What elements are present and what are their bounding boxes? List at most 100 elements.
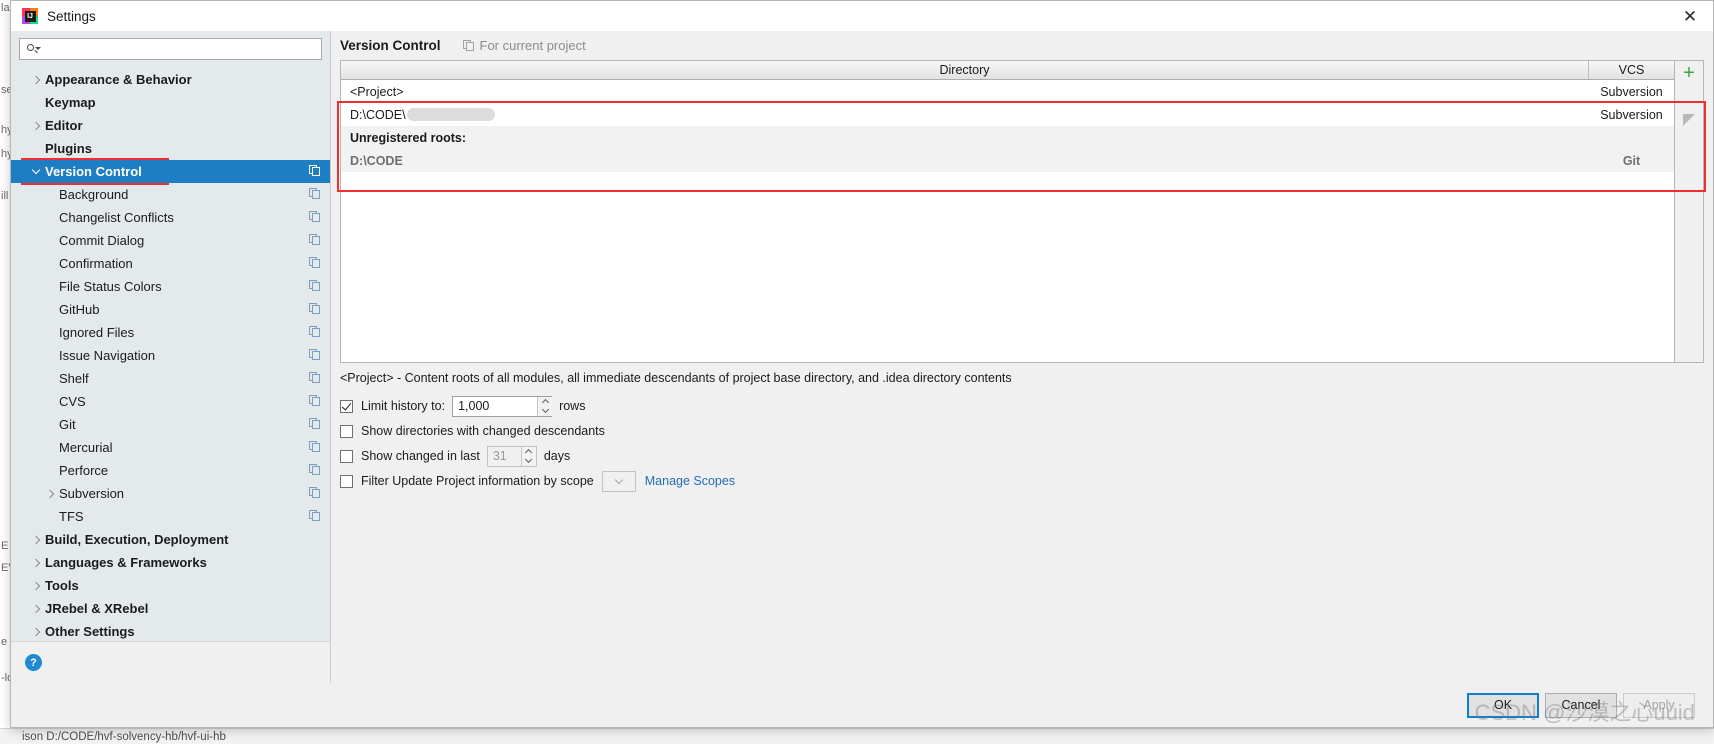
- sidebar-item-github[interactable]: GitHub: [11, 298, 330, 321]
- apply-button[interactable]: Apply: [1623, 692, 1695, 718]
- edit-mapping-button[interactable]: [1682, 114, 1696, 127]
- sidebar-item-languages-frameworks[interactable]: Languages & Frameworks: [11, 551, 330, 574]
- table-row[interactable]: D:\CODE\ Subversion: [341, 103, 1674, 126]
- copy-settings-icon[interactable]: [309, 188, 321, 200]
- show-changed-stepper-buttons[interactable]: [520, 446, 536, 466]
- ide-background-text: ill: [1, 190, 9, 202]
- sidebar-item-changelist-conflicts[interactable]: Changelist Conflicts: [11, 206, 330, 229]
- sidebar-item-editor[interactable]: Editor: [11, 114, 330, 137]
- copy-settings-icon[interactable]: [309, 326, 321, 338]
- expand-toggle[interactable]: [43, 489, 59, 498]
- copy-settings-icon[interactable]: [309, 234, 321, 246]
- sidebar-item-appearance-behavior[interactable]: Appearance & Behavior: [11, 68, 330, 91]
- copy-settings-icon[interactable]: [309, 418, 321, 430]
- sidebar-item-keymap[interactable]: Keymap: [11, 91, 330, 114]
- vcs-mappings-table[interactable]: Directory VCS <Project> Subversion D:\CODE…: [340, 60, 1675, 363]
- ide-background-text: e: [1, 636, 8, 648]
- table-row[interactable]: <Project> Subversion: [341, 80, 1674, 103]
- table-cell-directory: <Project>: [341, 85, 1589, 99]
- column-header-directory[interactable]: Directory: [341, 61, 1589, 79]
- table-cell-directory: D:\CODE: [341, 154, 1589, 168]
- table-row[interactable]: Unregistered roots:: [341, 126, 1674, 149]
- sidebar-item-plugins[interactable]: Plugins: [11, 137, 330, 160]
- search-box[interactable]: [19, 38, 322, 60]
- option-limit-history: Limit history to: rows: [340, 394, 1713, 419]
- copy-settings-icon[interactable]: [309, 211, 321, 223]
- show-directories-checkbox[interactable]: [340, 424, 353, 438]
- chevron-right-icon: [31, 604, 41, 613]
- sidebar-item-commit-dialog[interactable]: Commit Dialog: [11, 229, 330, 252]
- sidebar-item-build-execution-deployment[interactable]: Build, Execution, Deployment: [11, 528, 330, 551]
- table-body[interactable]: <Project> Subversion D:\CODE\ Subversion Unr…: [341, 80, 1674, 362]
- show-directories-label: Show directories with changed descendant…: [361, 424, 605, 438]
- expand-toggle[interactable]: [29, 75, 45, 84]
- limit-history-checkbox[interactable]: [340, 399, 353, 413]
- sidebar-item-mercurial[interactable]: Mercurial: [11, 436, 330, 459]
- sidebar-item-tools[interactable]: Tools: [11, 574, 330, 597]
- sidebar-item-git[interactable]: Git: [11, 413, 330, 436]
- table-cell-directory: Unregistered roots:: [341, 131, 1589, 145]
- sidebar-item-issue-navigation[interactable]: Issue Navigation: [11, 344, 330, 367]
- add-mapping-button[interactable]: +: [1679, 63, 1700, 83]
- sidebar-item-jrebel-xrebel[interactable]: JRebel & XRebel: [11, 597, 330, 620]
- sidebar-item-ignored-files[interactable]: Ignored Files: [11, 321, 330, 344]
- ide-status-bar: [0, 728, 1714, 744]
- expand-toggle[interactable]: [29, 604, 45, 613]
- show-changed-label: Show changed in last: [361, 449, 480, 463]
- sidebar-item-shelf[interactable]: Shelf: [11, 367, 330, 390]
- sidebar-item-subversion[interactable]: Subversion: [11, 482, 330, 505]
- copy-settings-icon[interactable]: [309, 395, 321, 407]
- copy-settings-icon[interactable]: [309, 441, 321, 453]
- sidebar-item-file-status-colors[interactable]: File Status Colors: [11, 275, 330, 298]
- sidebar-item-background[interactable]: Background: [11, 183, 330, 206]
- sidebar-item-label: JRebel & XRebel: [45, 601, 149, 616]
- expand-toggle[interactable]: [29, 535, 45, 544]
- page-title: Version Control: [340, 38, 441, 53]
- copy-settings-icon[interactable]: [309, 487, 321, 499]
- column-header-vcs[interactable]: VCS: [1589, 61, 1674, 79]
- settings-tree[interactable]: Appearance & Behavior Keymap Editor Plugins…: [11, 66, 330, 641]
- copy-settings-icon[interactable]: [309, 510, 321, 522]
- filter-scope-checkbox[interactable]: [340, 474, 353, 488]
- limit-history-input[interactable]: [453, 396, 538, 416]
- scope-select[interactable]: [601, 470, 636, 492]
- expand-toggle[interactable]: [29, 165, 45, 175]
- cancel-button[interactable]: Cancel: [1545, 692, 1617, 718]
- copy-settings-icon[interactable]: [309, 280, 321, 292]
- sidebar-item-cvs[interactable]: CVS: [11, 390, 330, 413]
- sidebar-item-tfs[interactable]: TFS: [11, 505, 330, 528]
- help-icon[interactable]: ?: [25, 654, 42, 671]
- limit-history-stepper[interactable]: [452, 395, 553, 417]
- sidebar-item-confirmation[interactable]: Confirmation: [11, 252, 330, 275]
- limit-history-decrement[interactable]: [538, 406, 552, 416]
- show-changed-stepper[interactable]: [486, 445, 537, 467]
- copy-settings-icon[interactable]: [309, 349, 321, 361]
- sidebar-item-label: Version Control: [45, 164, 142, 179]
- table-row[interactable]: D:\CODE Git: [341, 149, 1674, 172]
- main-header: Version Control For current project: [331, 31, 1713, 60]
- show-changed-increment[interactable]: [522, 447, 536, 457]
- ide-background-text: la: [1, 2, 10, 14]
- expand-toggle[interactable]: [29, 558, 45, 567]
- show-changed-input[interactable]: [487, 446, 521, 466]
- expand-toggle[interactable]: [29, 627, 45, 636]
- ok-button[interactable]: OK: [1467, 692, 1539, 718]
- expand-toggle[interactable]: [29, 581, 45, 590]
- copy-settings-icon[interactable]: [309, 257, 321, 269]
- expand-toggle[interactable]: [29, 121, 45, 130]
- ide-status-text: ison D:/CODE/hvf-solvency-hb/hvf-ui-hb: [22, 731, 226, 743]
- close-icon[interactable]: ✕: [1667, 1, 1713, 31]
- options-area: <Project> - Content roots of all modules…: [331, 363, 1713, 494]
- show-changed-checkbox[interactable]: [340, 449, 353, 463]
- show-changed-decrement[interactable]: [522, 456, 536, 466]
- sidebar-item-perforce[interactable]: Perforce: [11, 459, 330, 482]
- search-input[interactable]: [41, 41, 321, 57]
- copy-settings-icon[interactable]: [309, 464, 321, 476]
- sidebar-item-other-settings[interactable]: Other Settings: [11, 620, 330, 641]
- sidebar-item-version-control[interactable]: Version Control: [11, 160, 330, 183]
- limit-history-stepper-buttons[interactable]: [537, 396, 553, 416]
- manage-scopes-link[interactable]: Manage Scopes: [645, 474, 735, 488]
- copy-settings-icon[interactable]: [309, 372, 321, 384]
- copy-settings-icon[interactable]: [309, 165, 321, 177]
- copy-settings-icon[interactable]: [309, 303, 321, 315]
